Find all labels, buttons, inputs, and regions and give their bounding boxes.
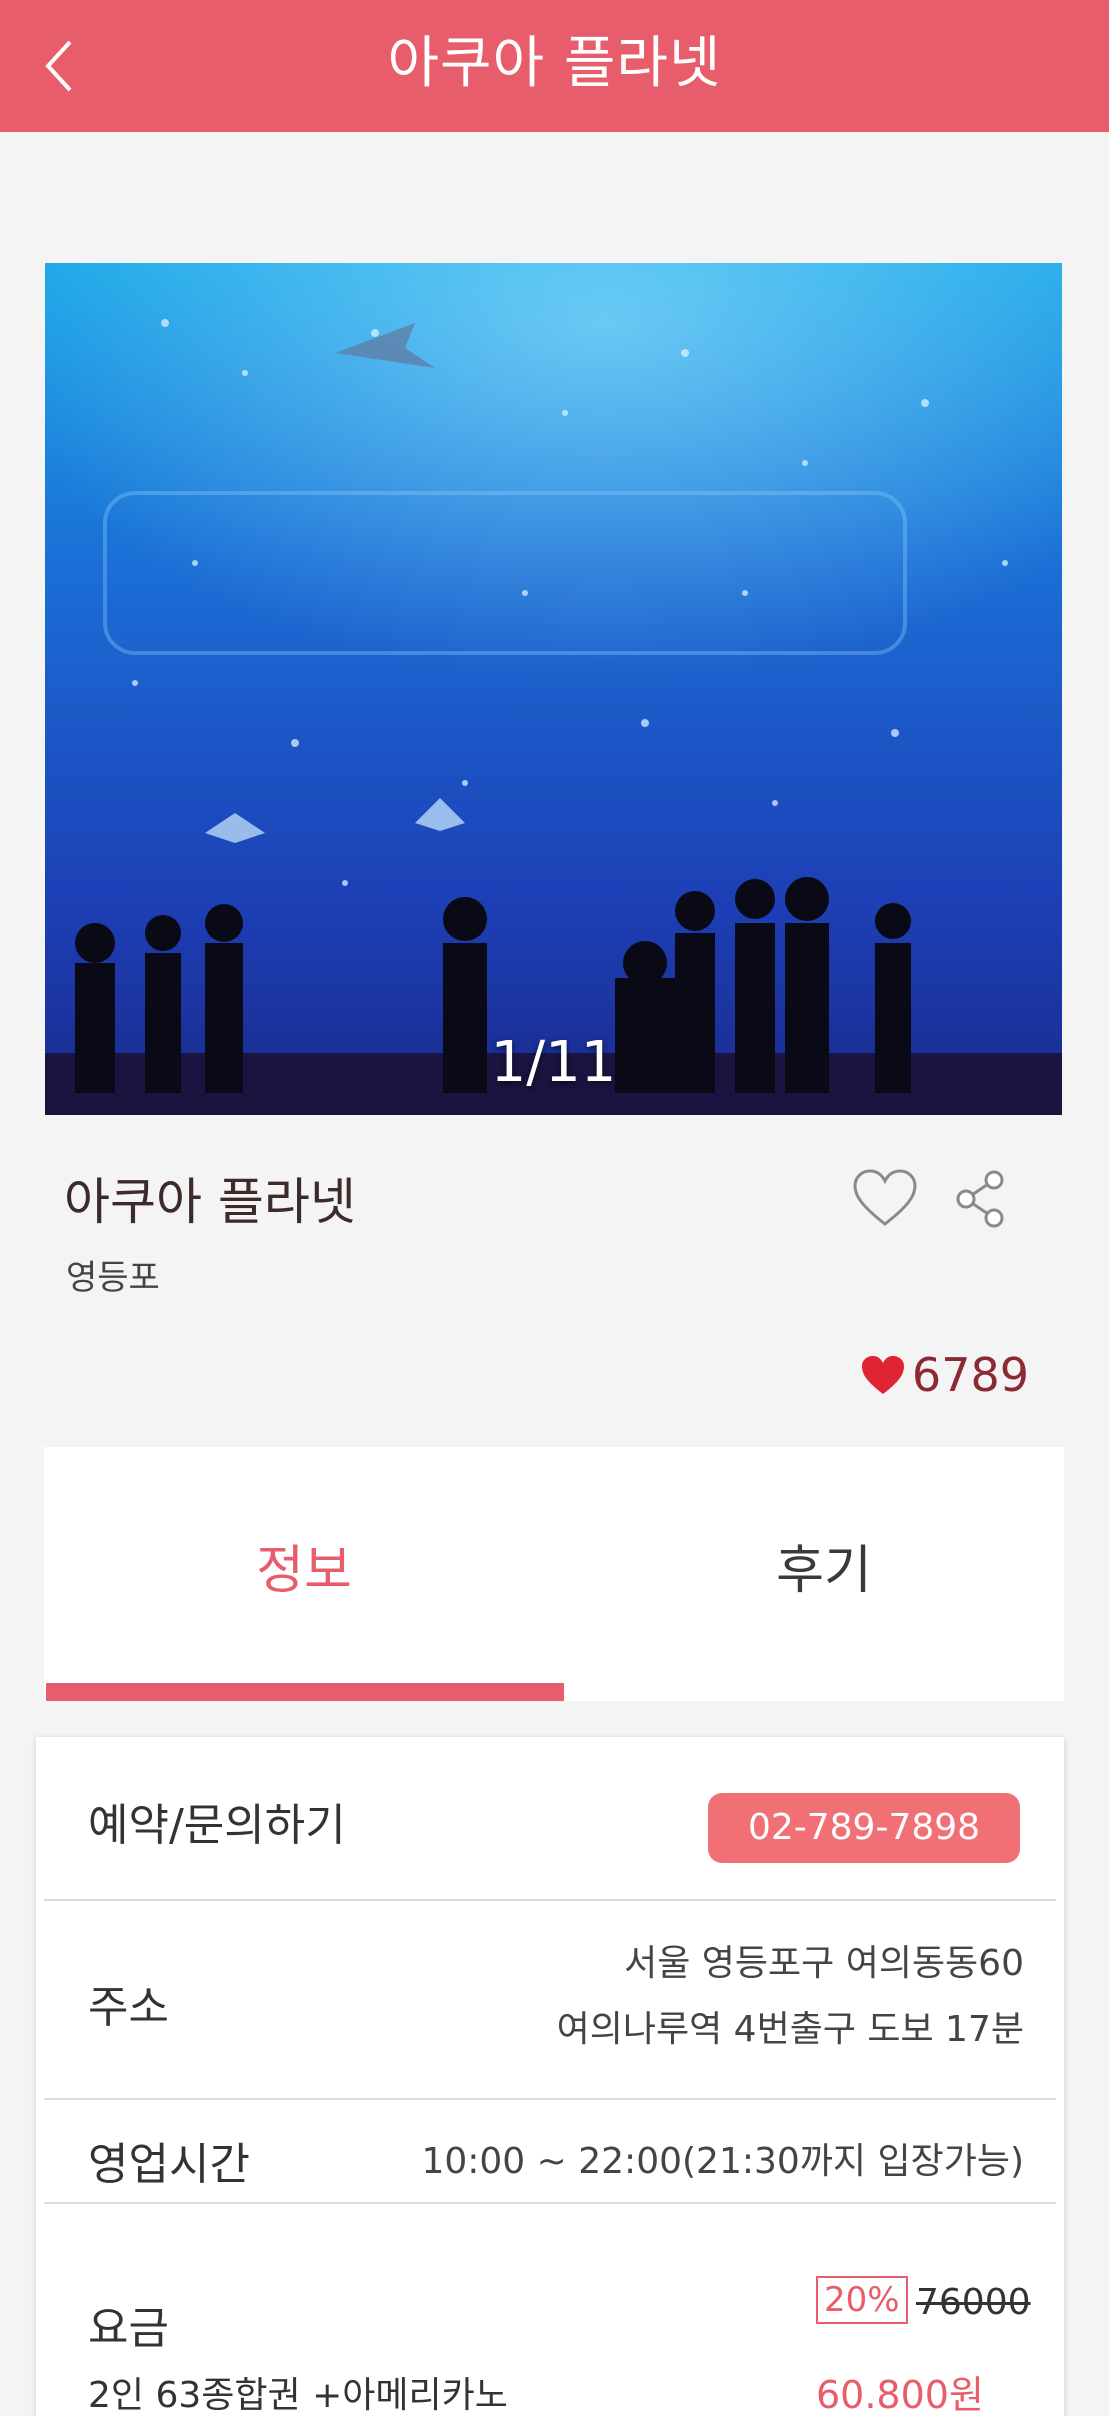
address-line-2: 여의나루역 4번출구 도보 17분 (556, 2009, 1024, 2050)
tab-bar: 정보 후기 (44, 1447, 1064, 1701)
tab-info[interactable]: 정보 (44, 1447, 564, 1701)
place-name: 아쿠아 플라넷 (64, 1173, 356, 1231)
hours-label: 영업시간 (88, 2139, 250, 2190)
info-card: 예약/문의하기 02-789-7898 주소 서울 영등포구 여의동동60 여의… (36, 1737, 1064, 2416)
gallery-counter: 1/11 (490, 1030, 617, 1095)
photo-gallery[interactable]: 1/11 (45, 263, 1062, 1115)
original-price: 76000 (916, 2282, 1031, 2323)
hours-row: 영업시간 10:00 ~ 22:00(21:30까지 입장가능) (44, 2100, 1056, 2204)
price-label: 요금 (88, 2303, 169, 2354)
page-title: 아쿠아 플라넷 (387, 31, 722, 96)
aquarium-photo (45, 263, 1062, 1115)
address-value: 서울 영등포구 여의동동60 여의나루역 4번출구 도보 17분 (557, 1931, 1024, 2063)
hours-value: 10:00 ~ 22:00(21:30까지 입장가능) (421, 2141, 1024, 2182)
address-label: 주소 (88, 1982, 169, 2033)
address-row: 주소 서울 영등포구 여의동동60 여의나루역 4번출구 도보 17분 (44, 1901, 1056, 2100)
address-line-1: 서울 영등포구 여의동동60 (624, 1943, 1024, 1984)
like-count-value: 6789 (911, 1348, 1029, 1402)
place-area: 영등포 (66, 1258, 160, 1298)
call-phone-button[interactable]: 02-789-7898 (708, 1793, 1020, 1863)
reservation-label: 예약/문의하기 (88, 1800, 346, 1851)
reservation-row: 예약/문의하기 02-789-7898 (44, 1737, 1056, 1901)
tab-reviews[interactable]: 후기 (564, 1447, 1084, 1701)
heart-filled-icon (861, 1356, 904, 1394)
final-price: 60.800원 (816, 2373, 984, 2416)
app-header: 아쿠아 플라넷 (0, 0, 1109, 132)
discount-badge: 20% (816, 2276, 908, 2324)
price-row: 요금 2인 63종합권 +아메리카노 20% 76000 60.800원 (44, 2204, 1056, 2416)
active-tab-indicator (46, 1683, 564, 1701)
share-icon[interactable] (952, 1168, 1008, 1230)
like-count: 6789 (860, 1348, 1029, 1402)
price-description: 2인 63종합권 +아메리카노 (88, 2375, 508, 2416)
favorite-heart-icon[interactable] (852, 1168, 918, 1228)
